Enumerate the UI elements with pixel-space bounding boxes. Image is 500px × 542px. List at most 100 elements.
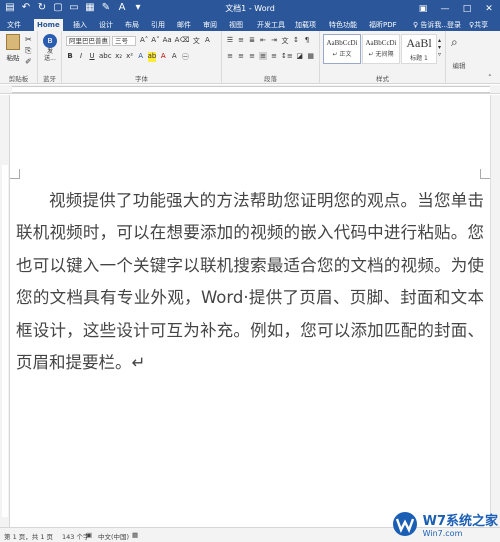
enclose-char-icon[interactable]: ㊀ bbox=[181, 52, 189, 62]
phonetic-guide-icon[interactable]: 文 bbox=[192, 36, 200, 46]
paste-button[interactable]: 粘贴 bbox=[4, 34, 22, 62]
decrease-indent-icon[interactable]: ⇤ bbox=[259, 36, 267, 46]
font-size-select[interactable]: 三号 bbox=[112, 36, 136, 46]
tab-layout[interactable]: 布局 bbox=[122, 19, 142, 31]
watermark-url: Win7.com bbox=[422, 529, 463, 538]
styles-more-icon[interactable]: ▴ ▾ ▿ bbox=[438, 37, 441, 58]
tab-home[interactable]: Home bbox=[34, 19, 63, 31]
ribbon-tabs: 文件 Home 插入 设计 布局 引用 邮件 审阅 视图 开发工具 加载项 特色… bbox=[0, 18, 500, 31]
highlight-icon[interactable]: ab bbox=[147, 52, 157, 62]
subscript-icon[interactable]: x₂ bbox=[115, 52, 123, 62]
proofing-icon[interactable]: ▣ bbox=[86, 531, 92, 539]
style-no-spacing[interactable]: AaBbCcDi ↵ 无间隔 bbox=[362, 34, 400, 64]
ribbon-display-icon[interactable]: ▣ bbox=[412, 0, 434, 18]
tab-file[interactable]: 文件 bbox=[4, 19, 24, 31]
minimize-icon[interactable]: — bbox=[434, 0, 456, 18]
show-marks-icon[interactable]: ¶ bbox=[303, 36, 311, 46]
style-heading1-sample: AaBl bbox=[406, 36, 432, 50]
text-effect-icon[interactable]: A bbox=[137, 52, 145, 62]
sort-icon[interactable]: ↕ bbox=[292, 36, 300, 46]
align-left-icon[interactable]: ≡ bbox=[226, 52, 234, 60]
tab-view[interactable]: 视图 bbox=[226, 19, 246, 31]
collapse-ribbon-icon[interactable]: ˄ bbox=[488, 74, 492, 82]
increase-indent-icon[interactable]: ⇥ bbox=[270, 36, 278, 46]
bold-icon[interactable]: B bbox=[66, 52, 74, 62]
line-spacing-icon[interactable]: ↕≡ bbox=[281, 52, 293, 60]
document-paragraph[interactable]: 视频提供了功能强大的方法帮助您证明您的观点。当您单击联机视频时，可以在想要添加的… bbox=[16, 185, 484, 379]
italic-icon[interactable]: I bbox=[77, 52, 85, 62]
tab-insert[interactable]: 插入 bbox=[70, 19, 90, 31]
title-bar: ▤ ↶ ↻ ▢ ▭ ▦ ✎ A ▾ 文档1 - Word ▣ — □ ✕ bbox=[0, 0, 500, 18]
clipboard-group: 粘贴 ✂ ⎘ ✐ 剪贴板 bbox=[0, 31, 38, 84]
page-count[interactable]: 第 1 页，共 1 页 bbox=[4, 531, 53, 541]
tab-review[interactable]: 审阅 bbox=[200, 19, 220, 31]
bluetooth-icon: ʙ bbox=[43, 34, 57, 48]
font-color-button-icon[interactable]: A bbox=[159, 52, 167, 62]
bullets-icon[interactable]: ☰ bbox=[226, 36, 234, 46]
bluetooth-group: ʙ 发 送... 蓝牙 bbox=[38, 31, 62, 84]
font-size-tools: A˄ A˅ Aa A⌫ 文 A bbox=[140, 36, 211, 46]
document-page[interactable]: 视频提供了功能强大的方法帮助您证明您的观点。当您单击联机视频时，可以在想要添加的… bbox=[10, 95, 490, 527]
multilevel-list-icon[interactable]: ≣ bbox=[248, 36, 256, 46]
clear-format-icon[interactable]: A⌫ bbox=[175, 36, 190, 46]
style-heading1[interactable]: AaBl 标题 1 bbox=[401, 34, 437, 64]
macro-icon[interactable]: ▦ bbox=[132, 531, 138, 539]
tab-mailings[interactable]: 邮件 bbox=[174, 19, 194, 31]
styles-group-label: 样式 bbox=[376, 75, 389, 83]
char-shading-icon[interactable]: A bbox=[170, 52, 178, 62]
vertical-ruler[interactable] bbox=[0, 95, 10, 527]
shading-icon[interactable]: ◪ bbox=[296, 52, 304, 60]
tab-foxit-pdf[interactable]: 福昕PDF bbox=[366, 19, 400, 31]
char-border-icon[interactable]: A bbox=[203, 36, 211, 46]
justify-icon[interactable]: ≡ bbox=[259, 52, 267, 60]
superscript-icon[interactable]: x² bbox=[126, 52, 134, 62]
chinese-layout-icon[interactable]: 文 bbox=[281, 36, 289, 46]
tab-addins[interactable]: 加载项 bbox=[292, 19, 319, 31]
distributed-icon[interactable]: ≡ bbox=[270, 52, 278, 60]
tab-references[interactable]: 引用 bbox=[148, 19, 168, 31]
cut-icon[interactable]: ✂ bbox=[25, 35, 32, 44]
format-painter-button-icon[interactable]: ✐ bbox=[25, 57, 32, 66]
strikethrough-icon[interactable]: abc bbox=[99, 52, 112, 62]
font-group-label: 字体 bbox=[135, 75, 148, 83]
tab-design[interactable]: 设计 bbox=[96, 19, 116, 31]
close-icon[interactable]: ✕ bbox=[478, 0, 500, 18]
copy-icon[interactable]: ⎘ bbox=[25, 46, 31, 56]
tab-special[interactable]: 特色功能 bbox=[326, 19, 360, 31]
margin-mark-right bbox=[480, 169, 490, 179]
horizontal-ruler[interactable] bbox=[0, 85, 500, 94]
style-normal-name: ↵ 正文 bbox=[332, 51, 352, 58]
style-normal[interactable]: AaBbCcDi ↵ 正文 bbox=[323, 34, 361, 64]
margin-mark-left bbox=[10, 169, 20, 179]
signin-link[interactable]: 登录 bbox=[444, 19, 464, 31]
shrink-font-icon[interactable]: A˅ bbox=[151, 36, 159, 46]
editing-group-label: 编辑 bbox=[452, 62, 466, 70]
align-center-icon[interactable]: ≡ bbox=[237, 52, 245, 60]
share-button[interactable]: ♀共享 bbox=[466, 19, 491, 31]
change-case-icon[interactable]: Aa bbox=[163, 36, 172, 46]
clipboard-group-label: 剪贴板 bbox=[8, 75, 29, 83]
font-name-select[interactable]: 阿里巴巴普惠 bbox=[66, 36, 110, 46]
paste-icon bbox=[6, 34, 20, 50]
underline-icon[interactable]: U bbox=[88, 52, 96, 62]
watermark: W7系统之家 Win7.com bbox=[391, 510, 498, 538]
paragraph-group: ☰ ≡ ≣ ⇤ ⇥ 文 ↕ ¶ ≡ ≡ ≡ ≡ ≡ ↕≡ ◪ ▦ 段落 bbox=[222, 31, 320, 84]
style-heading1-name: 标题 1 bbox=[410, 55, 428, 62]
ruler-track bbox=[12, 86, 490, 93]
maximize-icon[interactable]: □ bbox=[456, 0, 478, 18]
style-normal-sample: AaBbCcDi bbox=[326, 39, 358, 47]
style-no-spacing-sample: AaBbCcDi bbox=[365, 39, 397, 47]
numbering-icon[interactable]: ≡ bbox=[237, 36, 245, 46]
vruler-track bbox=[2, 165, 8, 517]
bluetooth-send-button[interactable]: ʙ 发 送... bbox=[42, 34, 58, 62]
vertical-scrollbar[interactable] bbox=[490, 95, 500, 527]
paste-label: 粘贴 bbox=[6, 54, 20, 62]
align-right-icon[interactable]: ≡ bbox=[248, 52, 256, 60]
borders-icon[interactable]: ▦ bbox=[307, 52, 315, 60]
find-icon[interactable]: ⌕ bbox=[451, 35, 458, 50]
language[interactable]: 中文(中国) bbox=[98, 531, 129, 541]
grow-font-icon[interactable]: A˄ bbox=[140, 36, 148, 46]
window-controls: ▣ — □ ✕ bbox=[412, 0, 500, 18]
list-tools: ☰ ≡ ≣ ⇤ ⇥ 文 ↕ ¶ bbox=[226, 36, 311, 46]
tab-developer[interactable]: 开发工具 bbox=[254, 19, 288, 31]
